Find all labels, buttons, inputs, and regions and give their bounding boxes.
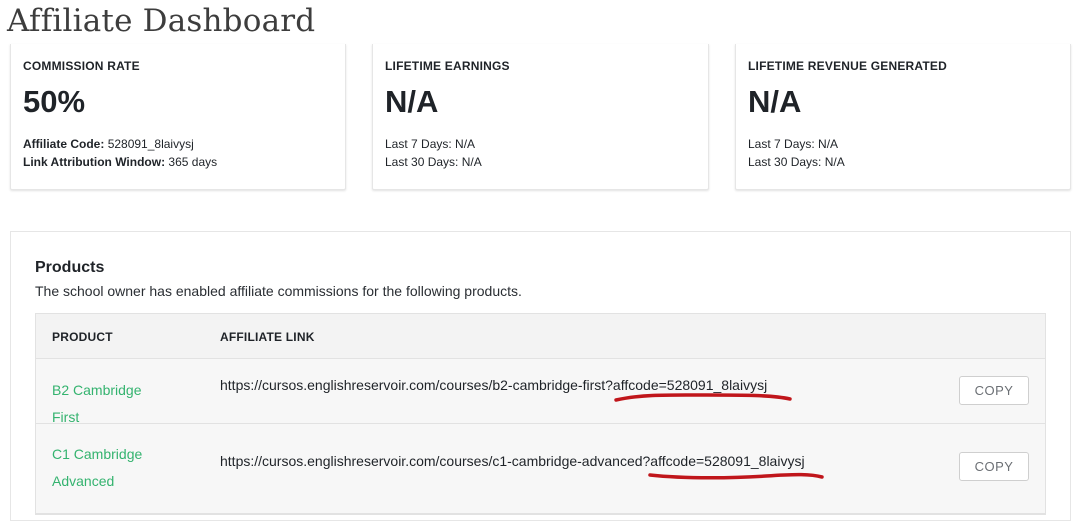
stat-value: N/A — [748, 84, 802, 119]
stat-label: LIFETIME REVENUE GENERATED — [748, 59, 947, 73]
stat-label: COMMISSION RATE — [23, 59, 140, 73]
table-header: PRODUCT AFFILIATE LINK — [36, 314, 1045, 359]
attribution-window-line: Link Attribution Window: 365 days — [23, 153, 217, 171]
stat-value: N/A — [385, 84, 439, 119]
last-30-days-line: Last 30 Days: N/A — [385, 155, 482, 169]
attribution-window-value: 365 days — [168, 155, 218, 169]
products-table: PRODUCT AFFILIATE LINK B2 Cambridge Firs… — [35, 313, 1046, 515]
table-row: B2 Cambridge First https://cursos.englis… — [36, 359, 1045, 425]
affiliate-code-key: Affiliate Code: — [23, 137, 105, 151]
last-7-days-line: Last 7 Days: N/A — [385, 137, 476, 151]
product-link[interactable]: C1 Cambridge Advanced — [52, 441, 162, 495]
last-7-days-line: Last 7 Days: N/A — [748, 137, 839, 151]
lifetime-revenue-card: LIFETIME REVENUE GENERATED N/A Last 7 Da… — [735, 44, 1071, 190]
column-header-product: PRODUCT — [52, 330, 113, 344]
affiliate-code-line: Affiliate Code: 528091_8laivysj — [23, 135, 217, 153]
copy-button[interactable]: COPY — [959, 452, 1029, 481]
copy-button[interactable]: COPY — [959, 376, 1029, 405]
affiliate-link-text: https://cursos.englishreservoir.com/cour… — [220, 453, 805, 469]
attribution-window-key: Link Attribution Window: — [23, 155, 166, 169]
affiliate-code-value: 528091_8laivysj — [107, 137, 194, 151]
stat-meta: Last 7 Days: N/A Last 30 Days: N/A — [385, 135, 482, 171]
stat-value: 50% — [23, 84, 86, 119]
commission-rate-card: COMMISSION RATE 50% Affiliate Code: 5280… — [10, 44, 346, 190]
product-link[interactable]: B2 Cambridge First — [52, 377, 162, 431]
column-header-affiliate-link: AFFILIATE LINK — [220, 330, 315, 344]
last-30-days-line: Last 30 Days: N/A — [748, 155, 845, 169]
products-panel: Products The school owner has enabled af… — [10, 231, 1071, 521]
table-row: C1 Cambridge Advanced https://cursos.eng… — [36, 424, 1045, 514]
page-title: Affiliate Dashboard — [7, 3, 316, 39]
affiliate-link-text: https://cursos.englishreservoir.com/cour… — [220, 377, 768, 393]
stat-meta: Affiliate Code: 528091_8laivysj Link Att… — [23, 135, 217, 171]
lifetime-earnings-card: LIFETIME EARNINGS N/A Last 7 Days: N/A L… — [372, 44, 709, 190]
products-title: Products — [35, 259, 105, 276]
stat-label: LIFETIME EARNINGS — [385, 59, 510, 73]
stat-meta: Last 7 Days: N/A Last 30 Days: N/A — [748, 135, 845, 171]
products-description: The school owner has enabled affiliate c… — [35, 283, 522, 299]
